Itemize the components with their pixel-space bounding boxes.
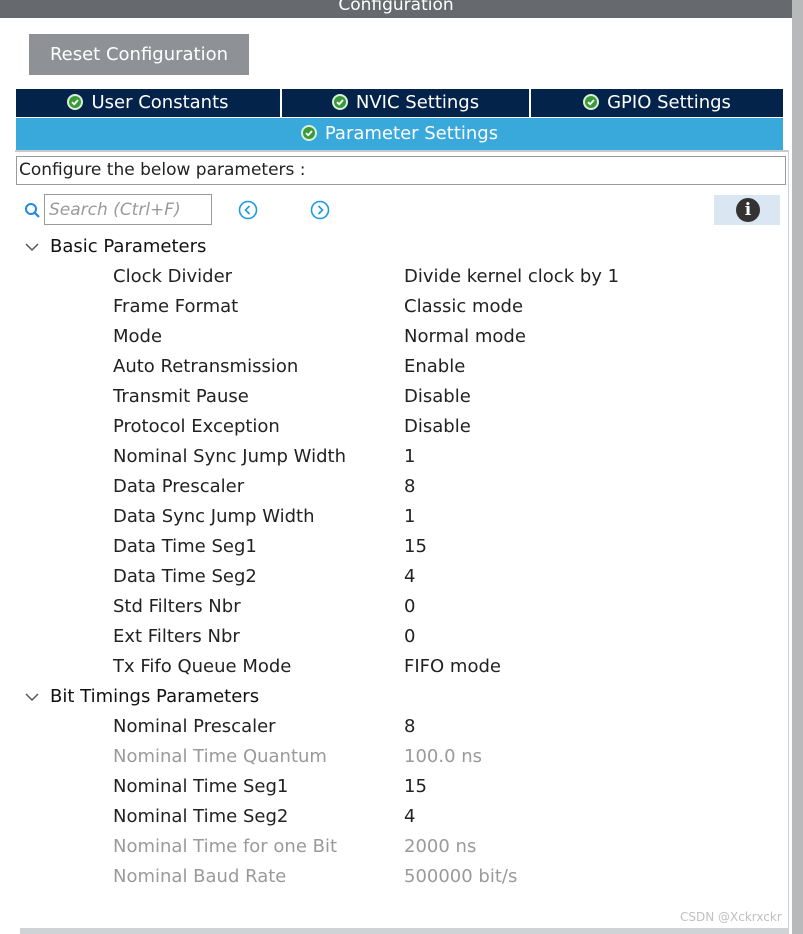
- param-name: Nominal Time Seg2: [113, 806, 289, 827]
- param-value: Normal mode: [404, 326, 526, 347]
- param-name: Transmit Pause: [113, 386, 249, 407]
- param-name: Data Prescaler: [113, 476, 245, 497]
- group-label: Bit Timings Parameters: [50, 686, 260, 707]
- search-input[interactable]: [44, 194, 212, 225]
- info-icon: i: [736, 198, 760, 222]
- param-value: 4: [404, 806, 416, 827]
- chevron-down-icon: [24, 232, 42, 262]
- param-row-transmit-pause[interactable]: Transmit Pause Disable: [0, 382, 780, 412]
- param-value: FIFO mode: [404, 656, 501, 677]
- param-value: 500000 bit/s: [404, 866, 518, 887]
- chevron-left-circle-icon: [238, 200, 258, 220]
- param-row-data-sync-jump-width[interactable]: Data Sync Jump Width 1: [0, 502, 780, 532]
- check-circle-icon: [67, 93, 84, 110]
- param-value: 1: [404, 506, 416, 527]
- param-row-auto-retransmission[interactable]: Auto Retransmission Enable: [0, 352, 780, 382]
- tab-label: GPIO Settings: [607, 92, 731, 113]
- check-circle-icon: [300, 124, 317, 141]
- param-name: Nominal Time for one Bit: [113, 836, 338, 857]
- param-value: 15: [404, 776, 427, 797]
- info-button[interactable]: i: [714, 195, 780, 225]
- param-row-data-time-seg1[interactable]: Data Time Seg1 15: [0, 532, 780, 562]
- param-name: Data Sync Jump Width: [113, 506, 315, 527]
- param-row-clock-divider[interactable]: Clock Divider Divide kernel clock by 1: [0, 262, 780, 292]
- param-name: Nominal Prescaler: [113, 716, 276, 737]
- tab-user-constants[interactable]: User Constants: [16, 89, 280, 117]
- tab-nvic-settings[interactable]: NVIC Settings: [282, 89, 529, 117]
- param-name: Clock Divider: [113, 266, 233, 287]
- param-value: 8: [404, 476, 416, 497]
- param-value: 4: [404, 566, 416, 587]
- param-name: Nominal Time Quantum: [113, 746, 327, 767]
- next-match-button[interactable]: [310, 200, 330, 220]
- param-value: Enable: [404, 356, 466, 377]
- check-circle-icon: [583, 93, 600, 110]
- group-bit-timings-parameters[interactable]: Bit Timings Parameters: [24, 682, 259, 712]
- param-name: Data Time Seg1: [113, 536, 257, 557]
- chevron-down-icon: [24, 682, 42, 712]
- tab-label: User Constants: [91, 92, 229, 113]
- param-row-nominal-time-quantum: Nominal Time Quantum 100.0 ns: [0, 742, 780, 772]
- param-value: 1: [404, 446, 416, 467]
- param-row-ext-filters-nbr[interactable]: Ext Filters Nbr 0: [0, 622, 780, 652]
- horizontal-scrollbar[interactable]: [20, 928, 788, 934]
- param-row-data-time-seg2[interactable]: Data Time Seg2 4: [0, 562, 780, 592]
- window-title-bar: Configuration: [0, 0, 792, 18]
- search-icon: [24, 202, 42, 224]
- param-row-frame-format[interactable]: Frame Format Classic mode: [0, 292, 780, 322]
- param-name: Ext Filters Nbr: [113, 626, 240, 647]
- window-title: Configuration: [338, 0, 454, 15]
- param-name: Frame Format: [113, 296, 239, 317]
- group-basic-parameters[interactable]: Basic Parameters: [24, 232, 206, 262]
- tab-label: Parameter Settings: [324, 123, 499, 144]
- param-name: Auto Retransmission: [113, 356, 299, 377]
- param-value: 2000 ns: [404, 836, 477, 857]
- tab-label: NVIC Settings: [355, 92, 480, 113]
- param-name: Tx Fifo Queue Mode: [113, 656, 292, 677]
- param-row-mode[interactable]: Mode Normal mode: [0, 322, 780, 352]
- param-row-nominal-prescaler[interactable]: Nominal Prescaler 8: [0, 712, 780, 742]
- param-row-nominal-baud-rate: Nominal Baud Rate 500000 bit/s: [0, 862, 780, 892]
- param-value: 100.0 ns: [404, 746, 483, 767]
- param-value: Disable: [404, 386, 471, 407]
- param-row-tx-fifo-queue-mode[interactable]: Tx Fifo Queue Mode FIFO mode: [0, 652, 780, 682]
- param-value: 0: [404, 596, 416, 617]
- group-label: Basic Parameters: [50, 236, 207, 257]
- tab-gpio-settings[interactable]: GPIO Settings: [531, 89, 783, 117]
- param-row-nominal-time-for-one-bit: Nominal Time for one Bit 2000 ns: [0, 832, 780, 862]
- param-row-protocol-exception[interactable]: Protocol Exception Disable: [0, 412, 780, 442]
- window-right-edge: [792, 0, 803, 934]
- param-row-nominal-sync-jump-width[interactable]: Nominal Sync Jump Width 1: [0, 442, 780, 472]
- param-name: Nominal Sync Jump Width: [113, 446, 346, 467]
- param-row-nominal-time-seg2[interactable]: Nominal Time Seg2 4: [0, 802, 780, 832]
- param-name: Std Filters Nbr: [113, 596, 241, 617]
- reset-configuration-button[interactable]: Reset Configuration: [29, 34, 249, 75]
- param-value: Disable: [404, 416, 471, 437]
- param-value: 15: [404, 536, 427, 557]
- param-value: 0: [404, 626, 416, 647]
- previous-match-button[interactable]: [238, 200, 258, 220]
- param-name: Protocol Exception: [113, 416, 280, 437]
- tab-divider: [15, 150, 788, 152]
- param-row-nominal-time-seg1[interactable]: Nominal Time Seg1 15: [0, 772, 780, 802]
- param-name: Nominal Time Seg1: [113, 776, 289, 797]
- param-name: Nominal Baud Rate: [113, 866, 287, 887]
- param-value: Classic mode: [404, 296, 524, 317]
- param-value: Divide kernel clock by 1: [404, 266, 620, 287]
- param-row-data-prescaler[interactable]: Data Prescaler 8: [0, 472, 780, 502]
- chevron-right-circle-icon: [310, 200, 330, 220]
- param-row-std-filters-nbr[interactable]: Std Filters Nbr 0: [0, 592, 780, 622]
- watermark: CSDN @Xckrxckr: [680, 910, 782, 924]
- param-name: Mode: [113, 326, 163, 347]
- tab-parameter-settings[interactable]: Parameter Settings: [16, 118, 783, 150]
- param-value: 8: [404, 716, 416, 737]
- check-circle-icon: [331, 93, 348, 110]
- panel-border: [788, 150, 789, 934]
- param-name: Data Time Seg2: [113, 566, 257, 587]
- configure-instructions: Configure the below parameters :: [16, 156, 786, 185]
